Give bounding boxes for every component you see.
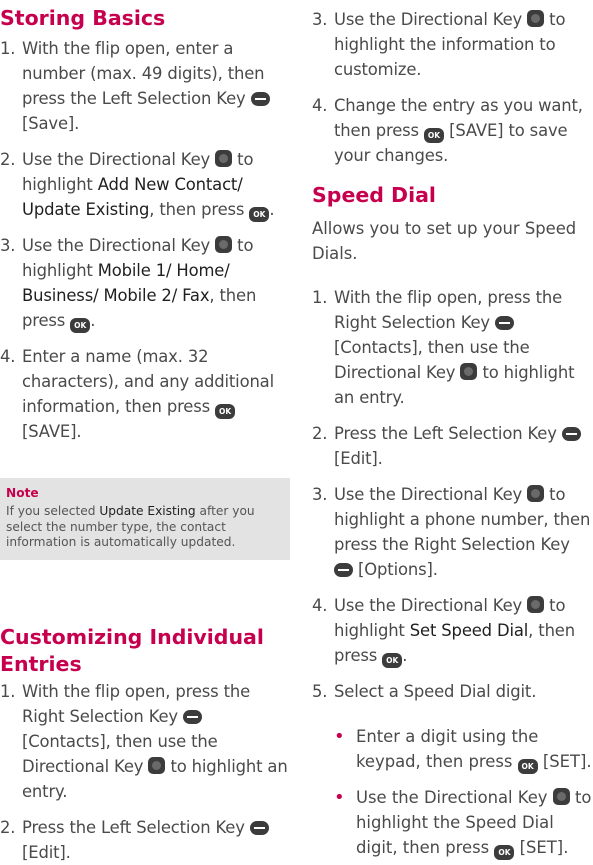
- customizing-steps: 1. With the flip open, press the Right S…: [0, 679, 290, 865]
- directional-key-icon: [527, 485, 545, 502]
- note-title: Note: [6, 486, 39, 500]
- speed-dial-steps: 1. With the flip open, press the Right S…: [312, 285, 593, 704]
- ok-key-icon: OK: [517, 759, 538, 774]
- bullet-dot: •: [334, 726, 345, 747]
- ok-key-icon: OK: [424, 128, 445, 143]
- list-item: 3. Use the Directional Key to highlight …: [312, 485, 591, 579]
- list-item: 2. Press the Left Selection Key [Edit].: [312, 421, 593, 471]
- section-title-speed-dial: Speed Dial: [312, 183, 436, 207]
- left-selection-key-icon: [249, 821, 269, 835]
- list-item: 4. Use the Directional Key to highlight …: [312, 593, 593, 668]
- speed-dial-description: Allows you to set up your Speed Dials.: [312, 219, 577, 263]
- directional-key-icon: [527, 596, 545, 613]
- list-item: 1. With the flip open, press the Right S…: [0, 682, 288, 801]
- directional-key-icon: [527, 10, 545, 27]
- customizing-steps-continued: 3. Use the Directional Key to highlight …: [312, 7, 593, 168]
- left-selection-key-icon: [250, 92, 270, 106]
- directional-key-icon: [215, 150, 233, 167]
- ok-key-icon: OK: [382, 653, 403, 668]
- right-selection-key-icon: [495, 316, 515, 330]
- section-title-storing-basics: Storing Basics: [0, 6, 166, 30]
- bullet-item: • Enter a digit using the keypad, then p…: [334, 724, 593, 774]
- section-title-customizing-entries: Customizing Individual Entries: [0, 625, 264, 676]
- left-selection-key-icon: [561, 427, 581, 441]
- directional-key-icon: [215, 236, 233, 253]
- list-item: 1. With the flip open, enter a number (m…: [0, 36, 290, 136]
- ok-key-icon: OK: [249, 207, 270, 222]
- list-item: 3. Use the Directional Key to highlight …: [312, 10, 566, 79]
- note-box: Note If you selected Update Existing aft…: [0, 478, 290, 560]
- list-item: 2. Press the Left Selection Key [Edit].: [0, 815, 290, 865]
- list-item: 3. Use the Directional Key to highlight …: [0, 233, 290, 333]
- list-item: 2. Use the Directional Key to highlight …: [0, 147, 290, 222]
- directional-key-icon: [148, 757, 166, 774]
- list-item: 4. Enter a name (max. 32 characters), an…: [0, 347, 274, 441]
- list-item: 1. With the flip open, press the Right S…: [312, 288, 575, 407]
- note-text: If you selected Update Existing after yo…: [6, 504, 255, 549]
- speed-dial-substeps: • Enter a digit using the keypad, then p…: [334, 724, 593, 860]
- bullet-item: • Use the Directional Key to highlight t…: [334, 785, 593, 860]
- directional-key-icon: [460, 363, 478, 380]
- directional-key-icon: [552, 788, 570, 805]
- bullet-dot: •: [334, 787, 345, 808]
- list-item: 4. Change the entry as you want, then pr…: [312, 96, 583, 165]
- right-selection-key-icon: [183, 710, 203, 724]
- right-selection-key-icon: [334, 563, 353, 577]
- ok-key-icon: OK: [494, 845, 515, 860]
- ok-key-icon: OK: [215, 404, 236, 419]
- ok-key-icon: OK: [70, 318, 91, 333]
- list-item: 5. Select a Speed Dial digit.: [312, 682, 537, 701]
- storing-basics-steps: 1. With the flip open, enter a number (m…: [0, 36, 290, 444]
